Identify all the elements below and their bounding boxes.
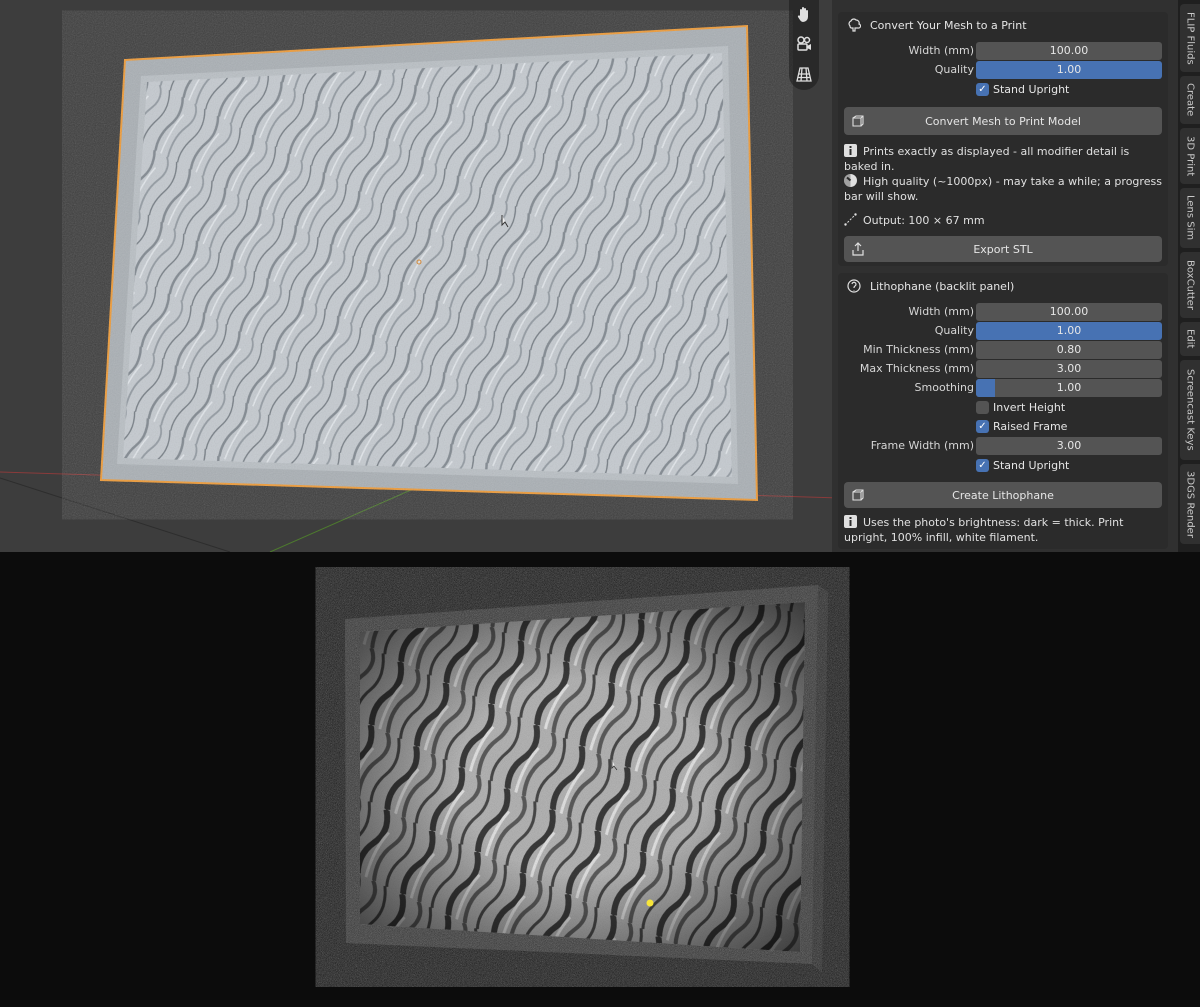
sidebar-panel: Convert Your Mesh to a Print Width (mm) … xyxy=(832,0,1178,552)
print-output-size: Output: 100 × 67 mm xyxy=(844,213,1164,228)
print-panel: Convert Your Mesh to a Print Width (mm) … xyxy=(838,12,1168,266)
raised-frame-label: Raised Frame xyxy=(993,419,1068,433)
tab-lens-sim[interactable]: Lens Sim xyxy=(1180,188,1200,248)
print-info-2: High quality (~1000px) - may take a whil… xyxy=(844,174,1162,203)
checkmark-icon: ✓ xyxy=(976,458,989,472)
create-lithophane-button-label: Create Lithophane xyxy=(952,488,1054,502)
invert-height-checkbox[interactable]: Invert Height xyxy=(976,398,1065,416)
print-width-field[interactable]: 100.00 xyxy=(976,42,1162,60)
tab-edit[interactable]: Edit xyxy=(1180,322,1200,356)
cube-icon xyxy=(850,113,866,129)
ruler-icon xyxy=(844,213,857,226)
litho-smoothing-label: Smoothing xyxy=(914,381,974,394)
checkbox-empty-icon xyxy=(976,400,989,414)
litho-width-label: Width (mm) xyxy=(908,305,974,318)
print-quality-slider[interactable]: 1.00 xyxy=(976,61,1162,79)
lithophane-render xyxy=(345,585,828,972)
litho-quality-slider[interactable]: 1.00 xyxy=(976,322,1162,340)
lightbulb-icon xyxy=(846,278,862,294)
litho-min-thickness-label: Min Thickness (mm) xyxy=(863,343,974,356)
print-stand-upright-label: Stand Upright xyxy=(993,82,1070,96)
lithophane-panel-header[interactable]: Lithophane (backlit panel) xyxy=(846,273,1014,299)
litho-smoothing-slider[interactable]: 1.00 xyxy=(976,379,1162,397)
light-source-dot xyxy=(646,899,654,907)
invert-height-label: Invert Height xyxy=(993,400,1066,414)
print-panel-title: Convert Your Mesh to a Print xyxy=(870,18,1027,32)
sidebar-tab-strip: FLIP Fluids Create 3D Print Lens Sim Box… xyxy=(1178,0,1200,552)
tab-flip-fluids[interactable]: FLIP Fluids xyxy=(1180,4,1200,72)
cube-icon xyxy=(850,487,866,503)
lithophane-panel: Lithophane (backlit panel) Width (mm) 10… xyxy=(838,273,1168,549)
relief-surface xyxy=(123,53,732,477)
litho-width-row: Width (mm) 100.00 xyxy=(838,303,1168,321)
tab-boxcutter[interactable]: BoxCutter xyxy=(1180,252,1200,318)
print-quality-row: Quality 1.00 xyxy=(838,61,1168,79)
camera-icon[interactable] xyxy=(792,32,816,56)
create-lithophane-button[interactable]: Create Lithophane xyxy=(844,482,1162,508)
info-icon xyxy=(844,144,857,157)
litho-min-thickness-field[interactable]: 0.80 xyxy=(976,341,1162,359)
litho-quality-label: Quality xyxy=(934,324,974,337)
print-info-1: Prints exactly as displayed - all modifi… xyxy=(844,144,1130,173)
litho-smoothing-row: Smoothing 1.00 xyxy=(838,379,1168,397)
tab-3d-print[interactable]: 3D Print xyxy=(1180,128,1200,184)
export-stl-button[interactable]: Export STL xyxy=(844,236,1162,262)
clock-icon xyxy=(844,174,857,187)
tab-screencast-keys[interactable]: Screencast Keys xyxy=(1180,360,1200,460)
viewport-scene xyxy=(0,24,840,552)
litho-max-thickness-label: Max Thickness (mm) xyxy=(859,362,974,375)
hand-pan-icon[interactable] xyxy=(792,2,816,26)
litho-info: Uses the photo's brightness: dark = thic… xyxy=(844,515,1124,544)
litho-max-thickness-field[interactable]: 3.00 xyxy=(976,360,1162,378)
checkmark-icon: ✓ xyxy=(976,419,989,433)
3d-viewport[interactable] xyxy=(0,0,840,552)
tab-3dgs-render[interactable]: 3DGS Render xyxy=(1180,464,1200,544)
litho-width-field[interactable]: 100.00 xyxy=(976,303,1162,321)
convert-mesh-button-label: Convert Mesh to Print Model xyxy=(925,114,1081,128)
print-width-row: Width (mm) 100.00 xyxy=(838,42,1168,60)
litho-stand-upright-checkbox[interactable]: ✓ Stand Upright xyxy=(976,456,1069,474)
info-icon xyxy=(844,515,857,528)
grid-view-icon[interactable] xyxy=(792,62,816,86)
convert-mesh-button[interactable]: Convert Mesh to Print Model xyxy=(844,107,1162,135)
lithophane-panel-title: Lithophane (backlit panel) xyxy=(870,279,1015,293)
brain-icon xyxy=(846,17,862,33)
litho-min-thickness-row: Min Thickness (mm) 0.80 xyxy=(838,341,1168,359)
y-axis-line xyxy=(269,485,421,552)
export-stl-button-label: Export STL xyxy=(973,242,1033,256)
render-preview xyxy=(0,552,1200,1007)
print-stand-upright-checkbox[interactable]: ✓ Stand Upright xyxy=(976,80,1069,98)
slider-fill xyxy=(976,379,995,397)
export-icon xyxy=(850,241,866,257)
tab-create[interactable]: Create xyxy=(1180,76,1200,124)
navigation-gizmo xyxy=(789,0,819,90)
litho-quality-row: Quality 1.00 xyxy=(838,322,1168,340)
frame-width-row: Frame Width (mm) 3.00 xyxy=(838,437,1168,455)
raised-frame-checkbox[interactable]: ✓ Raised Frame xyxy=(976,417,1067,435)
print-width-label: Width (mm) xyxy=(908,44,974,57)
litho-stand-upright-label: Stand Upright xyxy=(993,458,1070,472)
frame-width-label: Frame Width (mm) xyxy=(870,439,974,452)
frame-width-field[interactable]: 3.00 xyxy=(976,437,1162,455)
litho-max-thickness-row: Max Thickness (mm) 3.00 xyxy=(838,360,1168,378)
print-quality-label: Quality xyxy=(934,63,974,76)
checkmark-icon: ✓ xyxy=(976,82,989,96)
print-panel-header[interactable]: Convert Your Mesh to a Print xyxy=(846,12,1027,38)
